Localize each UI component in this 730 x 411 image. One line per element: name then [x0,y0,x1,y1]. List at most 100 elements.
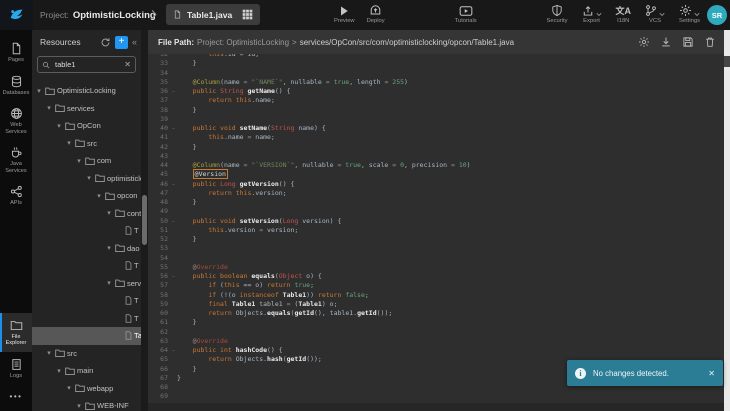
tree-item-webapp[interactable]: ▾webapp [32,380,141,398]
tree-caret-icon[interactable]: ▾ [45,349,53,357]
sidebar-item-pages[interactable]: Pages [0,36,32,69]
tree-scrollbar[interactable] [141,30,148,411]
toolbar-i18n[interactable]: 文AI18N [616,3,632,24]
toolbar-security[interactable]: Security [547,3,568,24]
sidebar-item-apis[interactable]: APIs [0,179,32,212]
page-scrollbar-thumb[interactable] [724,56,730,67]
page-scrollbar[interactable] [724,30,730,411]
tree-item-com[interactable]: ▾com [32,152,141,170]
tree-item-t[interactable]: T [32,310,141,328]
tree-item-main[interactable]: ▾main [32,362,141,380]
app-logo[interactable] [0,0,33,30]
fold-marker-icon[interactable]: - [170,124,177,133]
fold-marker-icon[interactable]: - [170,217,177,226]
code-line[interactable]: 56- public boolean equals(Object o) { [148,272,724,281]
toast-close-icon[interactable] [708,369,715,378]
tree-caret-icon[interactable]: ▾ [75,402,83,410]
save-icon[interactable] [682,36,694,48]
collapse-panel-icon[interactable]: « [132,37,137,47]
code-line[interactable]: 39 [148,115,724,124]
code-line[interactable]: 38 } [148,106,724,115]
toolbar-vcs[interactable]: VCS [645,3,665,24]
tree-item-src[interactable]: ▾src [32,345,141,363]
tree-item-dao[interactable]: ▾dao [32,240,141,258]
code-line[interactable]: 40- public void setName(String name) { [148,124,724,133]
code-line[interactable]: 44 @Column(name = "`VERSION`", nullable … [148,161,724,170]
tree-caret-icon[interactable]: ▾ [105,244,113,252]
refresh-icon[interactable] [100,37,111,48]
code-line[interactable]: 57 if (this == o) return true; [148,281,724,290]
tree-item-src[interactable]: ▾src [32,135,141,153]
tree-item-servi[interactable]: ▾servi [32,275,141,293]
delete-trash-icon[interactable] [704,36,716,48]
tree-item-opcon[interactable]: ▾OpCon [32,117,141,135]
open-file-tab[interactable]: Table1.java [166,4,260,25]
clear-search-icon[interactable]: ✕ [124,60,131,69]
tree-item-services[interactable]: ▾services [32,100,141,118]
tree-caret-icon[interactable]: ▾ [65,139,73,147]
code-line[interactable]: 64- public int hashCode() { [148,346,724,355]
tree-item-optimisticlocking[interactable]: ▾OptimisticLocking [32,82,141,100]
code-line[interactable]: 51 this.version = version; [148,226,724,235]
tree-caret-icon[interactable]: ▾ [55,122,63,130]
fold-marker-icon[interactable]: - [170,346,177,355]
code-line[interactable]: 47 return this.version; [148,189,724,198]
tree-item-t[interactable]: T [32,222,141,240]
grid-view-icon[interactable] [242,9,253,20]
tree-item-web-inf[interactable]: ▾WEB-INF [32,397,141,411]
code-line[interactable]: 45 @Version [148,170,724,179]
code-line[interactable]: 34 [148,69,724,78]
toolbar-tutorials[interactable]: Tutorials [455,3,477,24]
tree-item-t[interactable]: T [32,292,141,310]
tree-item-table1[interactable]: Table1 [32,327,141,345]
tree-item-optimisticlock[interactable]: ▾optimisticlock [32,170,141,188]
code-line[interactable]: 49 [148,207,724,216]
code-line[interactable]: 59 final Table1 table1 = (Table1) o; [148,300,724,309]
tree-item-t[interactable]: T [32,257,141,275]
toolbar-export[interactable]: Export [582,3,602,24]
sidebar-item-file-explorer[interactable]: File Explorer [0,313,32,352]
tree-scrollbar-thumb[interactable] [142,195,147,245]
tree-caret-icon[interactable]: ▾ [75,157,83,165]
code-line[interactable]: 52 } [148,235,724,244]
code-line[interactable]: 60 return Objects.equals(getId(), table1… [148,309,724,318]
tree-caret-icon[interactable]: ▾ [55,367,63,375]
more-icon[interactable]: ••• [0,384,32,411]
toolbar-deploy[interactable]: Deploy [367,3,385,24]
code-line[interactable]: 36- public String getName() { [148,87,724,96]
sidebar-item-web-services[interactable]: Web Services [0,101,32,140]
sidebar-item-logs[interactable]: Logs [0,352,32,385]
fold-marker-icon[interactable]: - [170,87,177,96]
tree-caret-icon[interactable]: ▾ [105,209,113,217]
tree-caret-icon[interactable]: ▾ [65,384,73,392]
settings-gear-icon[interactable] [638,36,650,48]
code-line[interactable]: 46- public Long getVersion() { [148,180,724,189]
code-line[interactable]: 33 } [148,59,724,68]
tree-caret-icon[interactable]: ▾ [105,279,113,287]
download-icon[interactable] [660,36,672,48]
code-line[interactable]: 42 } [148,143,724,152]
code-line[interactable]: 50- public void setVersion(Long version)… [148,217,724,226]
toolbar-settings[interactable]: Settings [679,3,700,24]
tree-item-cont[interactable]: ▾cont [32,205,141,223]
code-line[interactable]: 43 [148,152,724,161]
code-line[interactable]: 41 this.name = name; [148,133,724,142]
code-line[interactable]: 37 return this.name; [148,96,724,105]
add-resource-button[interactable]: + [115,36,128,49]
search-input[interactable] [53,59,121,70]
code-line[interactable]: 53 [148,244,724,253]
sidebar-item-java-services[interactable]: Java Services [0,140,32,179]
tree-item-opcon[interactable]: ▾opcon [32,187,141,205]
code-line[interactable]: 54 [148,254,724,263]
avatar[interactable]: SR [707,5,727,25]
code-line[interactable]: 48 } [148,198,724,207]
code-line[interactable]: 63 @Override [148,337,724,346]
code-line[interactable]: 58 if (!(o instanceof Table1)) return fa… [148,291,724,300]
tree-caret-icon[interactable]: ▾ [35,87,43,95]
code-line[interactable]: 55 @Override [148,263,724,272]
fold-marker-icon[interactable]: - [170,180,177,189]
code-line[interactable]: 69 [148,392,724,401]
tree-caret-icon[interactable]: ▾ [95,192,103,200]
tree-caret-icon[interactable]: ▾ [85,174,93,182]
code-line[interactable]: 35 @Column(name = "`NAME`", nullable = t… [148,78,724,87]
